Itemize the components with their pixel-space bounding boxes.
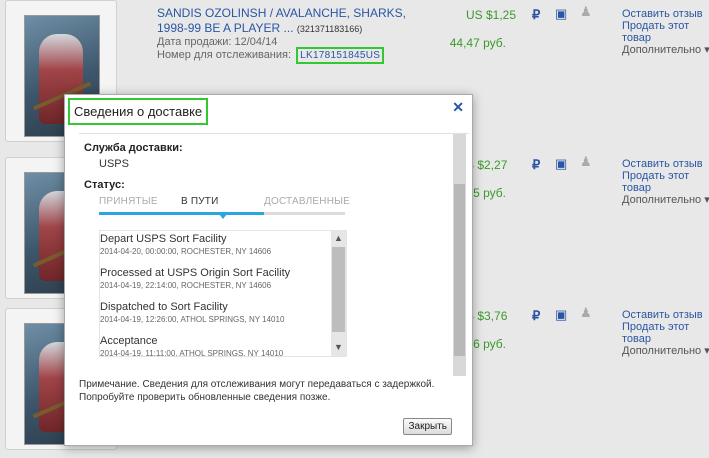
step-in-transit: В ПУТИ (181, 196, 219, 207)
feedback-figure-icon[interactable]: ♟ (580, 155, 592, 168)
list-item: Dispatched to Sort Facility 2014-04-19, … (100, 301, 325, 324)
more-label: Дополнительно (622, 194, 702, 206)
feedback-figure-icon[interactable]: ♟ (580, 5, 592, 18)
event-meta: 2014-04-19, 11:11:00, ATHOL SPRINGS, NY … (100, 349, 284, 357)
modal-scrollbar[interactable] (453, 134, 466, 376)
feedback-figure-icon[interactable]: ♟ (580, 306, 592, 319)
event-name: Acceptance (100, 335, 158, 347)
modal-title: Сведения о доставке (68, 98, 209, 125)
leave-feedback-link[interactable]: Оставить отзыв (622, 158, 709, 170)
event-name: Depart USPS Sort Facility (100, 233, 227, 245)
shipping-box-icon[interactable]: ▣ (555, 308, 567, 321)
delay-note: Примечание. Сведения для отслеживания мо… (79, 379, 435, 403)
modal-body: Служба доставки: USPS Статус: ПРИНЯТЫЕ В… (79, 133, 469, 376)
progress-pointer-icon (219, 214, 227, 219)
paypal-p-icon: ₽ (532, 157, 541, 172)
more-dropdown[interactable]: Дополнительно ▾ (622, 44, 709, 56)
item-id: (321371183166) (296, 24, 363, 34)
status-label: Статус: (84, 179, 125, 191)
sell-item-link[interactable]: Продать этот товар (622, 20, 709, 44)
chevron-down-icon: ▾ (704, 194, 709, 206)
action-links: Оставить отзыв Продать этот товар Дополн… (622, 8, 709, 56)
close-button[interactable]: Закрыть (403, 418, 452, 435)
paypal-p-icon: ₽ (532, 7, 541, 22)
chevron-down-icon: ▾ (704, 345, 709, 357)
price-rub: 44,47 руб. (449, 36, 506, 50)
event-name: Processed at USPS Origin Sort Facility (100, 267, 291, 279)
shipping-box-icon[interactable]: ▣ (555, 7, 567, 20)
more-dropdown[interactable]: Дополнительно ▾ (622, 194, 709, 206)
leave-feedback-link[interactable]: Оставить отзыв (622, 309, 709, 321)
price-usd: US $1,25 (466, 8, 517, 22)
shipping-details-modal: Сведения о доставке ✕ Служба доставки: U… (64, 94, 473, 446)
action-links: Оставить отзыв Продать этот товар Дополн… (622, 309, 709, 357)
list-item: Processed at USPS Origin Sort Facility 2… (100, 267, 325, 290)
item-title-link[interactable]: SANDIS OZOLINSH / AVALANCHE, SHARKS, 199… (157, 6, 407, 37)
more-dropdown[interactable]: Дополнительно ▾ (622, 345, 709, 357)
carrier-label: Служба доставки: (84, 142, 183, 154)
more-label: Дополнительно (622, 44, 702, 56)
carrier-value: USPS (99, 158, 129, 170)
step-accepted: ПРИНЯТЫЕ (99, 196, 158, 207)
chevron-up-icon[interactable]: ▲ (334, 233, 343, 243)
event-meta: 2014-04-20, 00:00:00, ROCHESTER, NY 1460… (100, 247, 272, 256)
paypal-p-icon: ₽ (532, 308, 541, 323)
more-label: Дополнительно (622, 345, 702, 357)
sell-item-link[interactable]: Продать этот товар (622, 321, 709, 345)
scrollbar-thumb[interactable] (332, 247, 345, 332)
status-progress-fill (99, 212, 264, 215)
tracking-label: Номер для отслеживания: (157, 49, 292, 61)
events-scrollbar[interactable]: ▲ ▼ (331, 231, 346, 356)
chevron-down-icon: ▾ (704, 44, 709, 56)
chevron-down-icon[interactable]: ▼ (334, 342, 343, 352)
sell-item-link[interactable]: Продать этот товар (622, 170, 709, 194)
event-name: Dispatched to Sort Facility (100, 301, 228, 313)
leave-feedback-link[interactable]: Оставить отзыв (622, 8, 709, 20)
tracking-row: Номер для отслеживания: LK178151845US (157, 47, 385, 64)
list-item: Acceptance 2014-04-19, 11:11:00, ATHOL S… (100, 335, 325, 357)
scrollbar-thumb[interactable] (454, 184, 465, 356)
step-delivered: ДОСТАВЛЕННЫЕ (264, 196, 351, 207)
list-item: Depart USPS Sort Facility 2014-04-20, 00… (100, 233, 325, 256)
tracking-number-link[interactable]: LK178151845US (296, 47, 385, 64)
action-links: Оставить отзыв Продать этот товар Дополн… (622, 158, 709, 206)
event-meta: 2014-04-19, 12:26:00, ATHOL SPRINGS, NY … (100, 315, 285, 324)
event-meta: 2014-04-19, 22:14:00, ROCHESTER, NY 1460… (100, 281, 272, 290)
shipping-box-icon[interactable]: ▣ (555, 157, 567, 170)
close-icon[interactable]: ✕ (452, 99, 464, 116)
tracking-events-list[interactable]: Depart USPS Sort Facility 2014-04-20, 00… (99, 230, 347, 357)
